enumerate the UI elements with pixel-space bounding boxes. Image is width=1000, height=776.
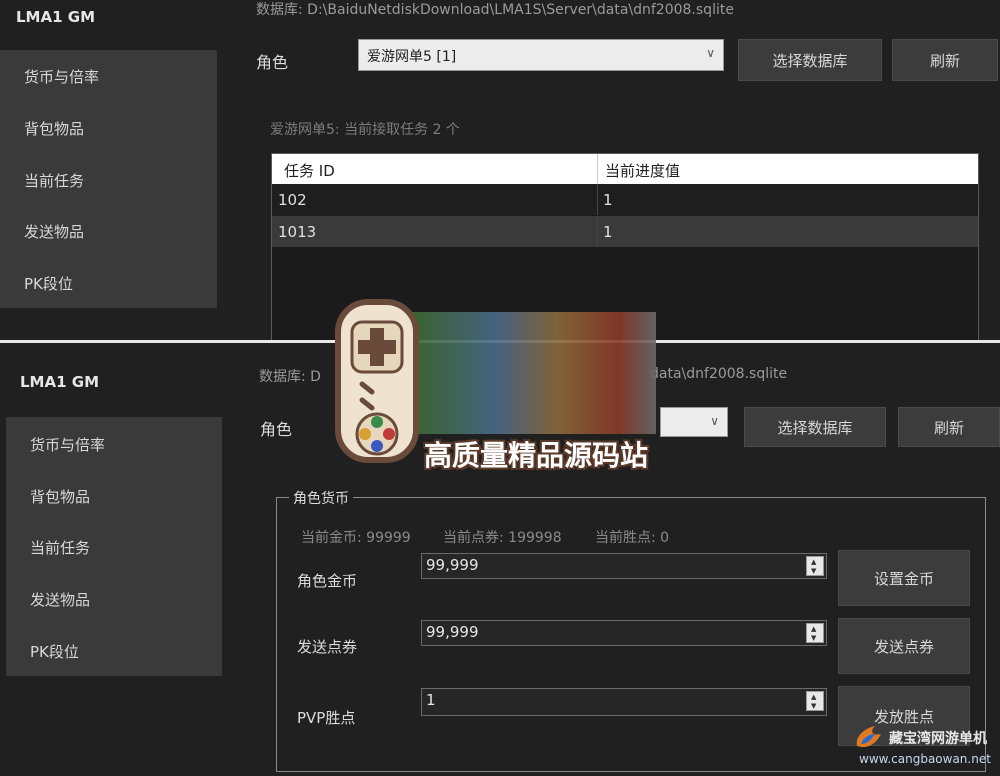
set-gold-button[interactable]: 设置金币: [838, 550, 970, 606]
chevron-down-icon: ∨: [710, 414, 719, 428]
watermark-site-name: 藏宝湾网游单机: [889, 731, 987, 747]
sidebar-item-tasks[interactable]: 当前任务: [30, 537, 90, 558]
promo-overlay: 高质量精品源码站: [326, 296, 666, 474]
column-header-task-id[interactable]: 任务 ID: [284, 160, 335, 181]
refresh-button[interactable]: 刷新: [892, 39, 998, 81]
role-select-value: 爱游网单5 [1]: [367, 49, 457, 65]
points-input-value: 99,999: [426, 623, 479, 641]
watermark: 藏宝湾网游单机 www.cangbaowan.net: [853, 722, 1000, 776]
sidebar-item-send-items[interactable]: 发送物品: [30, 589, 90, 610]
points-label: 发送点券: [297, 638, 358, 656]
database-path-prefix: 数据库: D: [259, 369, 321, 385]
column-header-progress[interactable]: 当前进度值: [605, 160, 680, 181]
spin-up-icon[interactable]: ▲: [811, 693, 816, 701]
spin-down-icon[interactable]: ▼: [811, 634, 816, 642]
task-count-info: 爱游网单5: 当前接取任务 2 个: [270, 122, 460, 138]
top-window: LMA1 GM 数据库: D:\BaiduNetdiskDownload\LMA…: [0, 0, 1000, 340]
gold-label: 角色金币: [297, 572, 358, 590]
current-wins-stat: 当前胜点: 0: [595, 530, 670, 546]
pvp-wins-input[interactable]: 1 ▲ ▼: [421, 688, 827, 716]
spin-up-icon[interactable]: ▲: [811, 625, 816, 633]
spin-up-icon[interactable]: ▲: [811, 558, 816, 566]
select-database-button[interactable]: 选择数据库: [738, 39, 882, 81]
blurred-region: [410, 312, 656, 434]
table-row[interactable]: 102 1: [272, 184, 978, 215]
select-database-button[interactable]: 选择数据库: [744, 407, 886, 447]
role-label: 角色: [260, 420, 293, 439]
sidebar-item-pk-rank[interactable]: PK段位: [30, 641, 79, 662]
gold-spinner[interactable]: ▲ ▼: [806, 556, 824, 576]
pvp-wins-label: PVP胜点: [297, 709, 356, 727]
sidebar-item-send-items[interactable]: 发送物品: [24, 221, 84, 242]
table-header: 任务 ID 当前进度值: [272, 154, 978, 184]
gamepad-icon: [335, 299, 419, 463]
sidebar-item-inventory[interactable]: 背包物品: [30, 486, 90, 507]
sidebar-item-tasks[interactable]: 当前任务: [24, 170, 84, 191]
role-label: 角色: [256, 53, 289, 72]
column-divider: [597, 154, 598, 184]
sidebar-item-currency[interactable]: 货币与倍率: [24, 66, 99, 87]
current-points-stat: 当前点券: 199998: [443, 530, 562, 546]
database-path-suffix: data\dnf2008.sqlite: [650, 366, 788, 382]
groupbox-title: 角色货币: [289, 488, 353, 508]
table-row[interactable]: 1013 1: [272, 216, 978, 247]
app-title: LMA1 GM: [20, 373, 99, 391]
pvp-wins-input-value: 1: [426, 691, 436, 709]
app-title: LMA1 GM: [16, 8, 95, 26]
site-slogan: 高质量精品源码站: [424, 439, 649, 472]
refresh-button[interactable]: 刷新: [898, 407, 1000, 447]
column-divider: [597, 216, 598, 247]
sidebar-item-inventory[interactable]: 背包物品: [24, 118, 84, 139]
sidebar-item-pk-rank[interactable]: PK段位: [24, 273, 73, 294]
spin-down-icon[interactable]: ▼: [811, 702, 816, 710]
pvp-wins-spinner[interactable]: ▲ ▼: [806, 691, 824, 711]
sidebar-item-currency[interactable]: 货币与倍率: [30, 434, 105, 455]
progress-cell: 1: [603, 191, 613, 209]
progress-cell: 1: [603, 223, 613, 241]
points-input[interactable]: 99,999 ▲ ▼: [421, 620, 827, 646]
watermark-url: www.cangbaowan.net: [859, 752, 991, 766]
task-id-cell: 102: [278, 191, 307, 209]
role-select[interactable]: 爱游网单5 [1] ∨: [358, 39, 724, 71]
gold-input[interactable]: 99,999 ▲ ▼: [421, 553, 827, 579]
chevron-down-icon: ∨: [706, 46, 715, 60]
sidebar: 货币与倍率 背包物品 当前任务 发送物品 PK段位: [6, 417, 222, 676]
flame-logo-icon: [856, 726, 881, 748]
role-select[interactable]: ∨: [660, 407, 728, 437]
current-gold-stat: 当前金币: 99999: [301, 530, 411, 546]
spin-down-icon[interactable]: ▼: [811, 567, 816, 575]
task-id-cell: 1013: [278, 223, 317, 241]
database-path: 数据库: D:\BaiduNetdiskDownload\LMA1S\Serve…: [256, 2, 734, 18]
send-points-button[interactable]: 发送点券: [838, 618, 970, 674]
points-spinner[interactable]: ▲ ▼: [806, 623, 824, 643]
sidebar: 货币与倍率 背包物品 当前任务 发送物品 PK段位: [0, 50, 217, 308]
column-divider: [597, 184, 598, 215]
gold-input-value: 99,999: [426, 556, 479, 574]
